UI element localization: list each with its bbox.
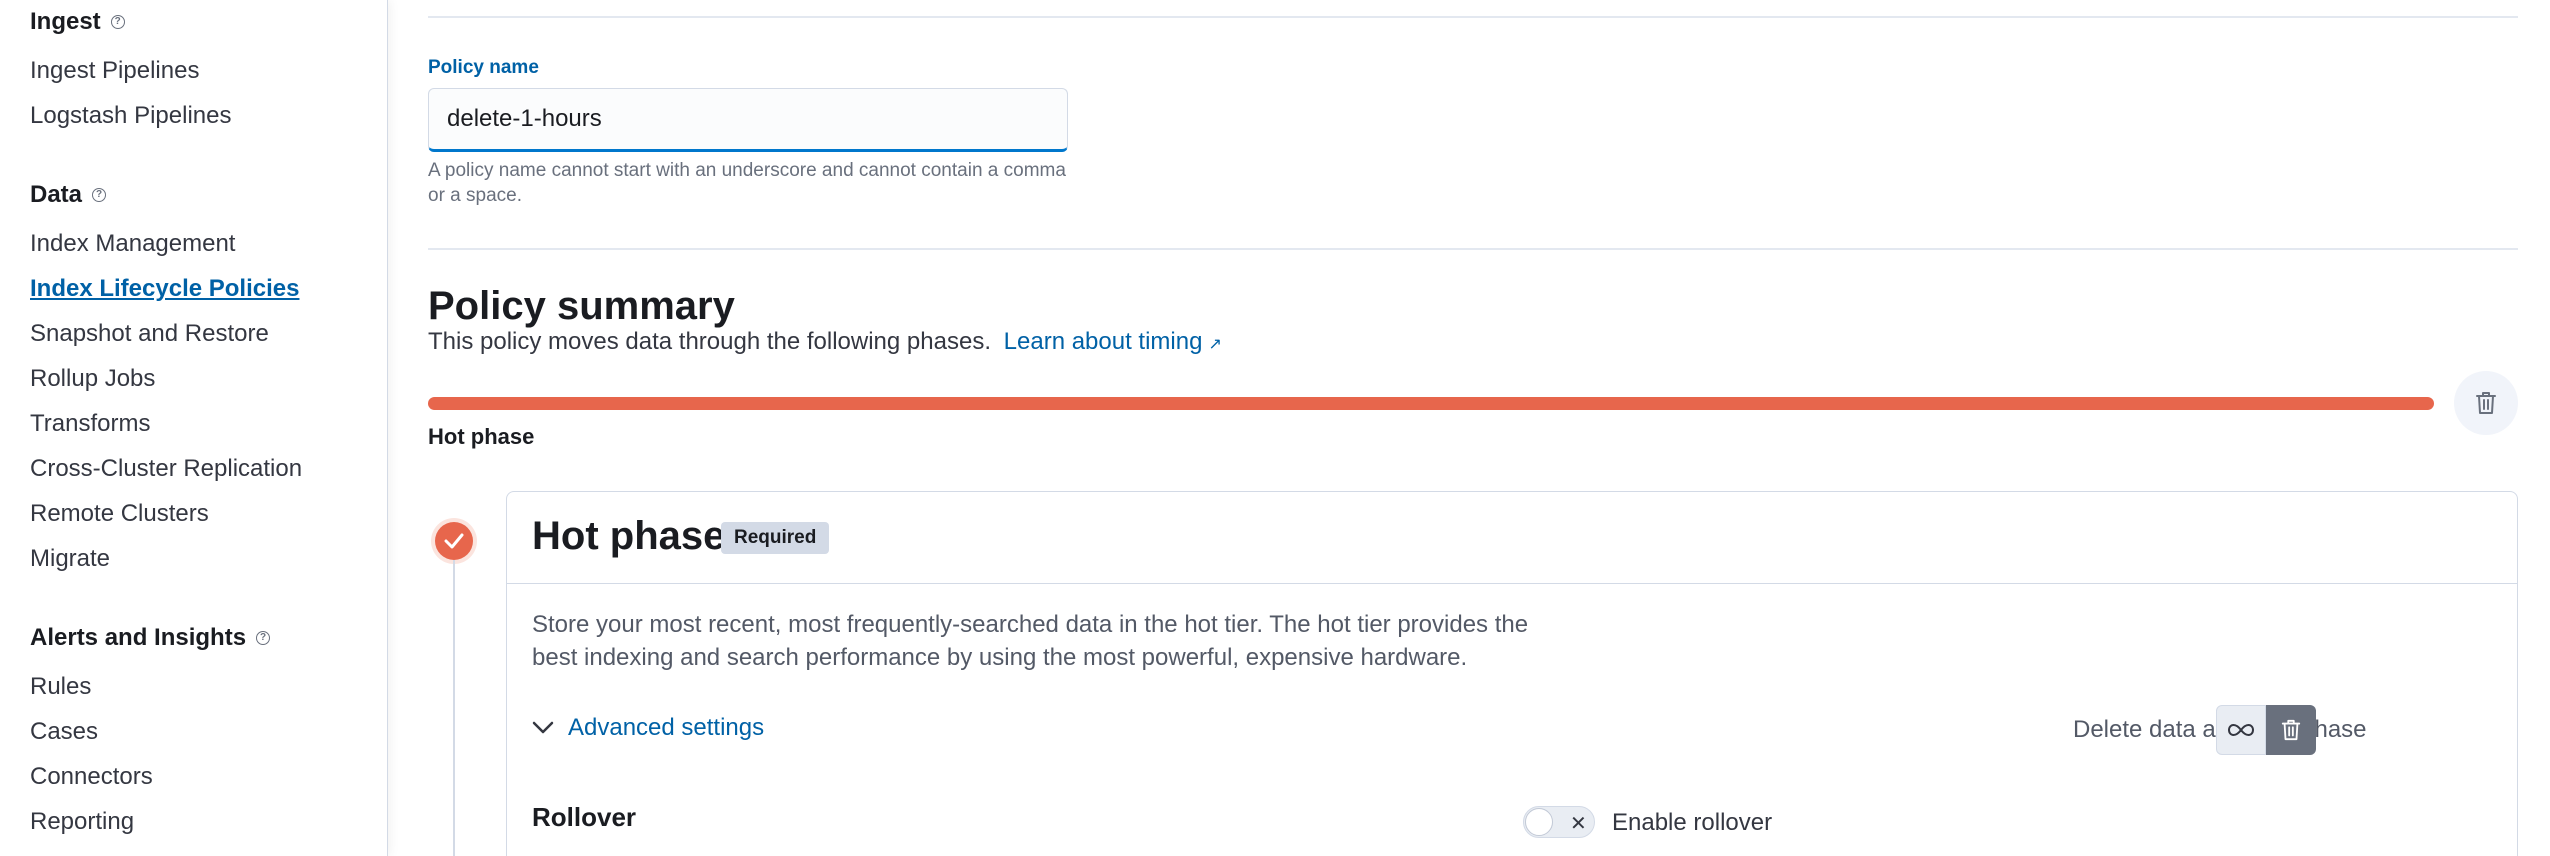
switch-knob — [1525, 808, 1553, 836]
phase-complete-check-icon — [435, 522, 473, 560]
enable-rollover-switch[interactable]: ✕ — [1523, 806, 1595, 838]
trash-icon — [2476, 392, 2496, 414]
rollover-title: Rollover — [532, 802, 637, 832]
policy-name-label: Policy name — [428, 57, 539, 78]
phase-bar-label: Hot phase — [428, 424, 535, 449]
external-link-icon: ↗ — [1208, 336, 1222, 353]
sidebar-section-ingest: Ingest ? — [30, 8, 125, 36]
sidebar: Ingest ? Ingest Pipelines Logstash Pipel… — [0, 0, 388, 856]
sidebar-item-logstash-pipelines[interactable]: Logstash Pipelines — [30, 102, 231, 130]
required-badge: Required — [721, 522, 830, 554]
main-content: Policy name A policy name cannot start w… — [428, 0, 2518, 856]
sidebar-item-rollup-jobs[interactable]: Rollup Jobs — [30, 365, 155, 393]
sidebar-section-title: Data — [30, 181, 83, 208]
policy-summary-title: Policy summary — [428, 284, 735, 328]
sidebar-item-index-management[interactable]: Index Management — [30, 230, 235, 258]
learn-about-timing-label: Learn about timing — [1003, 328, 1203, 355]
sidebar-item-index-lifecycle-policies[interactable]: Index Lifecycle Policies — [30, 275, 299, 303]
question-circle-icon[interactable]: ? — [110, 15, 125, 29]
divider — [428, 248, 2518, 250]
sidebar-section-title: Ingest — [30, 8, 101, 35]
sidebar-section-title: Alerts and Insights — [30, 624, 247, 651]
sidebar-item-snapshot-and-restore[interactable]: Snapshot and Restore — [30, 320, 269, 348]
advanced-settings-label: Advanced settings — [568, 714, 765, 741]
delete-data-after-phase-button[interactable] — [2266, 705, 2316, 755]
learn-about-timing-link[interactable]: Learn about timing ↗ — [1004, 328, 1222, 355]
sidebar-item-cases[interactable]: Cases — [30, 718, 98, 746]
policy-name-help-text: A policy name cannot start with an under… — [428, 160, 1066, 206]
sidebar-item-reporting[interactable]: Reporting — [30, 808, 134, 836]
sidebar-item-connectors[interactable]: Connectors — [30, 763, 153, 791]
sidebar-item-rules[interactable]: Rules — [30, 673, 91, 701]
policy-summary-description: This policy moves data through the follo… — [428, 328, 1222, 356]
sidebar-section-alerts-and-insights: Alerts and Insights ? — [30, 624, 271, 652]
hot-phase-description: Store your most recent, most frequently-… — [532, 611, 1529, 671]
divider — [428, 16, 2518, 18]
delete-phase-button[interactable] — [2454, 371, 2518, 435]
summary-description-text: This policy moves data through the follo… — [428, 328, 991, 355]
sidebar-section-data: Data ? — [30, 181, 107, 209]
question-circle-icon[interactable]: ? — [256, 631, 271, 645]
sidebar-item-ingest-pipelines[interactable]: Ingest Pipelines — [30, 57, 199, 85]
advanced-settings-toggle[interactable]: Advanced settings — [532, 714, 764, 742]
policy-name-input[interactable] — [428, 88, 1068, 152]
question-circle-icon[interactable]: ? — [92, 188, 107, 202]
sidebar-item-remote-clusters[interactable]: Remote Clusters — [30, 500, 209, 528]
chevron-down-icon — [532, 721, 554, 734]
hot-phase-panel-header: Hot phase Required — [507, 492, 2517, 584]
keep-data-forever-button[interactable] — [2216, 705, 2266, 755]
sidebar-item-migrate[interactable]: Migrate — [30, 545, 110, 573]
hot-phase-panel: Hot phase Required Store your most recen… — [506, 491, 2518, 856]
sidebar-item-cross-cluster-replication[interactable]: Cross-Cluster Replication — [30, 455, 302, 483]
cross-icon: ✕ — [1570, 813, 1587, 835]
hot-phase-timeline-bar — [428, 397, 2434, 410]
timeline-line — [453, 560, 455, 856]
trash-icon — [2281, 719, 2301, 741]
infinity-icon — [2227, 723, 2255, 737]
hot-phase-title: Hot phase — [532, 514, 726, 558]
sidebar-item-transforms[interactable]: Transforms — [30, 410, 150, 438]
enable-rollover-label: Enable rollover — [1612, 809, 1773, 836]
